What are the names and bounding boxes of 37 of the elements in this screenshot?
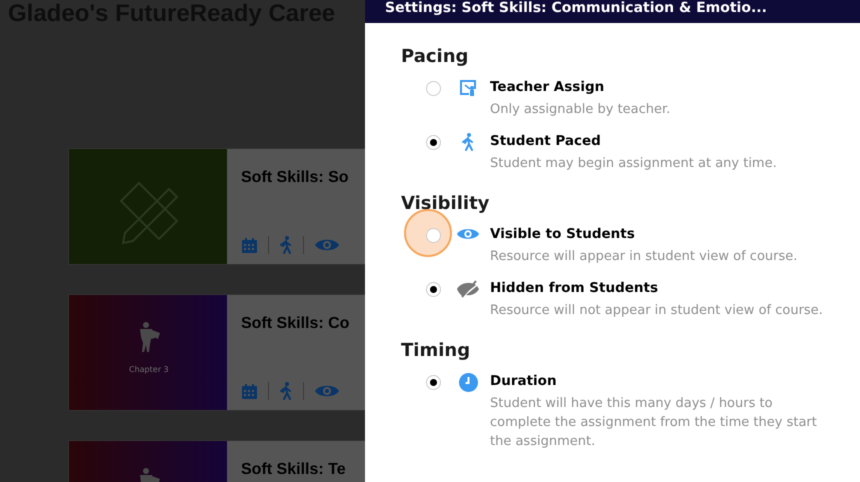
section-heading: Visibility bbox=[401, 193, 490, 214]
radio-button[interactable] bbox=[426, 375, 441, 390]
walking-person-icon bbox=[461, 133, 475, 151]
eye-icon bbox=[456, 226, 480, 242]
option-description: Student may begin assignment at any time. bbox=[490, 155, 778, 173]
option-description: Student will have this many days / hours to complete the assignment from the time they start the assignment. bbox=[490, 395, 818, 451]
course-card[interactable]: Soft Skills: Te bbox=[68, 440, 365, 482]
course-title: Soft Skills: Co bbox=[241, 315, 350, 333]
option-label: Teacher Assign bbox=[490, 79, 606, 95]
calendar-icon[interactable] bbox=[241, 236, 258, 254]
eye-icon[interactable] bbox=[314, 383, 340, 399]
radio-button[interactable] bbox=[426, 228, 441, 243]
clock-icon bbox=[458, 373, 478, 392]
course-title: Soft Skills: Te bbox=[241, 461, 346, 479]
radio-button[interactable] bbox=[426, 135, 441, 150]
walking-person-icon[interactable] bbox=[279, 236, 293, 254]
course-card[interactable]: Soft Skills: So bbox=[68, 148, 365, 265]
course-title: Soft Skills: So bbox=[241, 169, 349, 187]
walking-person-icon[interactable] bbox=[279, 382, 293, 400]
panel-title: Settings: Soft Skills: Communication & Emotio... bbox=[365, 0, 860, 23]
calendar-icon[interactable] bbox=[241, 382, 258, 400]
option-label: Hidden from Students bbox=[490, 280, 659, 296]
option-description: Resource will appear in student view of course. bbox=[490, 248, 798, 266]
option-label: Student Paced bbox=[490, 133, 602, 149]
section-heading: Timing bbox=[401, 340, 472, 361]
section-heading: Pacing bbox=[401, 46, 470, 67]
radio-button[interactable] bbox=[426, 81, 441, 96]
crossed-eye-icon bbox=[456, 280, 480, 298]
course-card[interactable]: Chapter 3 Soft Skills: Co bbox=[68, 294, 365, 411]
option-label: Visible to Students bbox=[490, 226, 636, 242]
option-description: Only assignable by teacher. bbox=[490, 101, 672, 119]
chapter-caption: Chapter 3 bbox=[129, 365, 169, 374]
option-description: Resource will not appear in student view of course. bbox=[490, 302, 824, 320]
radio-button[interactable] bbox=[426, 282, 441, 297]
eye-icon[interactable] bbox=[314, 237, 340, 253]
board-icon bbox=[459, 79, 477, 96]
option-label: Duration bbox=[490, 373, 558, 389]
